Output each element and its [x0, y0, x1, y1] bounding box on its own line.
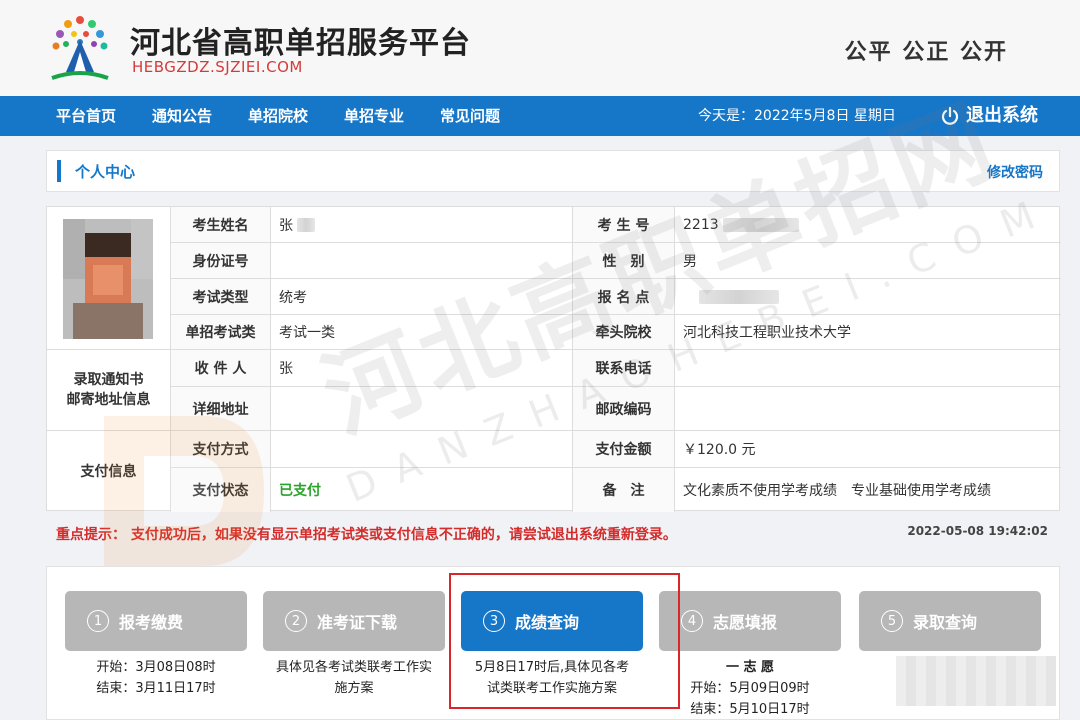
logout-label: 退出系统 [966, 105, 1038, 126]
label-exam-type: 考试类型 [171, 279, 271, 314]
label-exam-category: 单招考试类 [171, 315, 271, 349]
step-label: 志愿填报 [713, 613, 778, 632]
panel-title: 个人中心 [75, 163, 136, 181]
step-label: 报考缴费 [119, 613, 184, 632]
title-accent-bar [57, 160, 61, 182]
value-exam-type: 统考 [271, 279, 573, 314]
label-pay-amount: 支付金额 [573, 431, 675, 467]
label-recipient: 收 件 人 [171, 350, 271, 386]
table-row: 详细地址 邮政编码 [171, 387, 1061, 431]
value-remarks: 文化素质不使用学考成绩 专业基础使用学考成绩 [683, 483, 991, 499]
power-icon [941, 106, 959, 125]
label-address: 详细地址 [171, 387, 271, 430]
step-number: 5 [881, 610, 903, 632]
table-row: 单招考试类 考试一类 牵头院校 河北科技工程职业技术大学 [171, 315, 1061, 350]
step-2-desc: 具体见各考试类联考工作实 施方案 [275, 660, 432, 696]
value-pay-amount: ￥120.0 元 [683, 442, 756, 458]
redacted-blur-area [896, 656, 1056, 706]
step-apply-pay-button[interactable]: 1 报考缴费 [65, 591, 247, 651]
mail-info-label: 录取通知书 邮寄地址信息 [47, 350, 171, 431]
change-password-link[interactable]: 修改密码 [987, 162, 1043, 182]
table-row: 收 件 人 张 联系电话 [171, 350, 1061, 387]
label-id-number: 身份证号 [171, 243, 271, 278]
value-name: 张 [271, 207, 573, 242]
step-label: 录取查询 [913, 613, 978, 632]
logout-button[interactable]: 退出系统 [940, 96, 1038, 136]
value-registration-point [675, 279, 1061, 314]
student-info-table: 录取通知书 邮寄地址信息 支付信息 考生姓名 张 考 生 号 2213 身份证号… [46, 206, 1061, 512]
table-row: 支付状态 已支付 备 注 文化素质不使用学考成绩 专业基础使用学考成绩 [171, 468, 1061, 512]
nav-notices[interactable]: 通知公告 [152, 96, 212, 136]
pixelated-avatar-icon [63, 219, 153, 339]
student-photo [63, 219, 153, 339]
pay-info-label: 支付信息 [47, 431, 171, 512]
important-notice: 重点提示： 支付成功后，如果没有显示单招考试类或支付信息不正确的，请尝试退出系统… [56, 527, 677, 543]
value-address [271, 387, 573, 430]
step-admission-ticket-button[interactable]: 2 准考证下载 [263, 591, 445, 651]
table-row: 考生姓名 张 考 生 号 2213 [171, 207, 1061, 243]
label-exam-number: 考 生 号 [573, 207, 675, 242]
value-postcode [675, 387, 1061, 430]
step-1-desc: 开始：3月08日08时 结束：3月11日17时 [96, 660, 216, 696]
value-pay-status: 已支付 [271, 468, 573, 512]
photo-cell [47, 207, 171, 350]
step-admission-query-button[interactable]: 5 录取查询 [859, 591, 1041, 651]
label-pay-status: 支付状态 [171, 468, 271, 512]
step-number: 1 [87, 610, 109, 632]
value-lead-college: 河北科技工程职业技术大学 [683, 325, 851, 341]
value-id-number [271, 243, 573, 278]
value-gender: 男 [683, 253, 697, 270]
value-phone [675, 350, 1061, 386]
label-remarks: 备 注 [573, 468, 675, 512]
redacted-blur [699, 289, 779, 304]
value-exam-number: 2213 [675, 207, 1061, 242]
timestamp: 2022-05-08 19:42:02 [907, 524, 1048, 538]
step-number: 2 [285, 610, 307, 632]
personal-center-header: 个人中心 修改密码 [46, 150, 1060, 192]
step-volunteer-fill-button[interactable]: 4 志愿填报 [659, 591, 841, 651]
table-row: 身份证号 性 别 男 [171, 243, 1061, 279]
label-postcode: 邮政编码 [573, 387, 675, 430]
site-header: 河北省高职单招服务平台 HEBGZDZ.SJZIEI.COM 公平 公正 公开 [0, 0, 1080, 96]
label-phone: 联系电话 [573, 350, 675, 386]
nav-faq[interactable]: 常见问题 [440, 96, 500, 136]
step-label: 准考证下载 [317, 613, 398, 632]
site-title: 河北省高职单招服务平台 [130, 26, 471, 61]
slogan: 公平 公正 公开 [844, 40, 1008, 65]
site-url: HEBGZDZ.SJZIEI.COM [132, 58, 303, 76]
label-lead-college: 牵头院校 [573, 315, 675, 349]
label-pay-method: 支付方式 [171, 431, 271, 467]
platform-logo-icon [51, 16, 109, 80]
label-name: 考生姓名 [171, 207, 271, 242]
table-row: 考试类型 统考 报 名 点 [171, 279, 1061, 315]
label-registration-point: 报 名 点 [573, 279, 675, 314]
nav-majors[interactable]: 单招专业 [344, 96, 404, 136]
label-gender: 性 别 [573, 243, 675, 278]
main-nav: 平台首页 通知公告 单招院校 单招专业 常见问题 今天是：2022年5月8日 星… [0, 96, 1080, 136]
nav-home[interactable]: 平台首页 [56, 96, 116, 136]
step-4-desc: 一 志 愿 开始：5月09日09时 结束：5月10日17时 [690, 660, 810, 717]
value-pay-method [271, 431, 573, 467]
highlight-box [449, 573, 680, 709]
redacted-blur [297, 217, 315, 232]
step-number: 4 [681, 610, 703, 632]
nav-colleges[interactable]: 单招院校 [248, 96, 308, 136]
today-date: 今天是：2022年5月8日 星期日 [698, 108, 896, 124]
table-row: 支付方式 支付金额 ￥120.0 元 [171, 431, 1061, 468]
redacted-blur [722, 217, 799, 232]
value-recipient: 张 [271, 350, 573, 386]
value-exam-category: 考试一类 [271, 315, 573, 349]
